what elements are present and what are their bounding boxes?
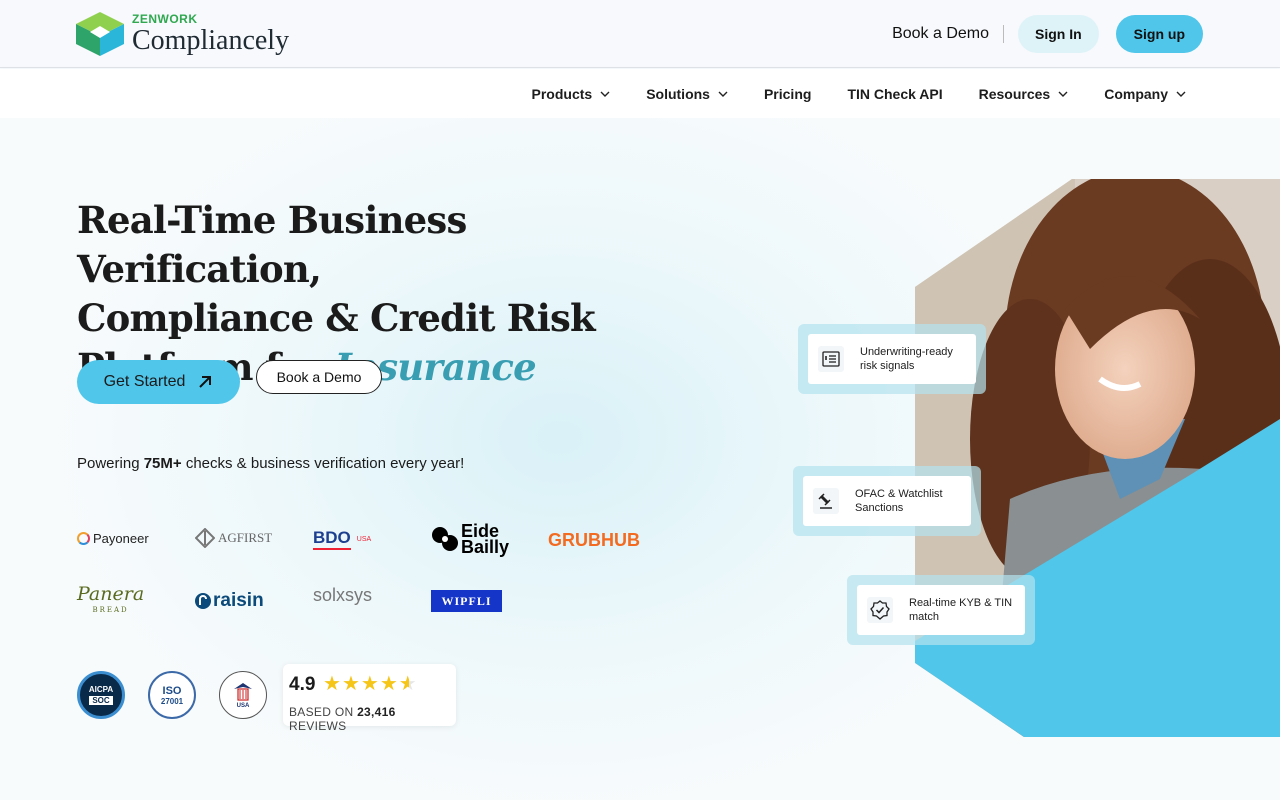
rating-based-on: BASED ON	[289, 705, 358, 719]
soc-text: SOC	[89, 696, 113, 705]
hero-photo	[915, 179, 1280, 737]
main-nav: Products Solutions Pricing TIN Check API…	[0, 69, 1280, 118]
ssa-text: USA	[236, 703, 250, 709]
logo-product-name: Compliancely	[132, 25, 290, 56]
chevron-down-icon	[1058, 91, 1068, 97]
gavel-icon	[813, 488, 839, 514]
bdo-text: BDO	[313, 528, 351, 550]
feature-ofac-label: OFAC & Watchlist Sanctions	[855, 488, 943, 514]
payoneer-ring-icon	[77, 532, 90, 545]
rating-score: 4.9	[289, 674, 316, 695]
rating-subtext: BASED ON 23,416 REVIEWS	[289, 705, 456, 733]
bailly-text: Bailly	[461, 537, 510, 557]
star-icon: ★	[379, 673, 398, 695]
feature-underwriting-label: Underwriting-ready risk signals	[860, 346, 953, 372]
grubhub-logo: GRUBHUB	[548, 530, 640, 550]
nav-resources-label: Resources	[978, 85, 1051, 102]
logo-mark-icon	[76, 12, 124, 56]
nav-solutions[interactable]: Solutions	[646, 86, 728, 102]
powering-text: Powering 75M+ checks & business verifica…	[77, 455, 464, 472]
eide-bailly-mark-icon	[432, 527, 458, 551]
nav-tin-check-label: TIN Check API	[847, 85, 943, 102]
nav-resources[interactable]: Resources	[979, 86, 1069, 102]
star-icon: ★	[341, 673, 360, 695]
solxsys-logo: solxsys	[313, 585, 373, 605]
agfirst-logo: AGFIRST	[195, 528, 272, 548]
nav-products-label: Products	[531, 85, 593, 102]
book-demo-button[interactable]: Book a Demo	[256, 360, 382, 394]
payoneer-logo: Payoneer	[77, 531, 149, 546]
book-demo-link[interactable]: Book a Demo	[892, 25, 989, 43]
star-icon: ★	[323, 673, 341, 695]
feature-card-ofac: OFAC & Watchlist Sanctions	[793, 466, 981, 536]
nav-pricing-label: Pricing	[763, 85, 812, 102]
aicpa-soc-badge: AICPA SOC	[77, 671, 125, 719]
iso-number: 27001	[160, 696, 184, 706]
headline-line-1: Real-Time Business Verification,	[77, 198, 467, 291]
chevron-down-icon	[718, 91, 728, 97]
aicpa-text: AICPA	[88, 685, 114, 694]
feature-card-kyb: Real-time KYB & TIN match	[847, 575, 1035, 645]
raisin-mark-icon	[195, 593, 211, 609]
half-star-icon: ★	[398, 673, 417, 695]
bdo-logo: BDO USA	[313, 528, 371, 550]
checklist-icon	[818, 346, 844, 372]
arrow-up-right-icon	[199, 376, 212, 388]
solxsys-text: solxsys	[313, 585, 373, 605]
headline-line-2: Compliance & Credit Risk	[77, 296, 596, 340]
nav-products[interactable]: Products	[532, 86, 611, 102]
nav-tin-check-api[interactable]: TIN Check API	[847, 86, 942, 102]
powering-count: 75M+	[143, 455, 182, 472]
feature-kyb-label: Real-time KYB & TIN match	[909, 597, 1013, 623]
ssa-seal-badge: USA	[219, 671, 267, 719]
feature-card-underwriting: Underwriting-ready risk signals	[798, 324, 986, 394]
panera-sub: BREAD	[92, 606, 129, 614]
verified-badge-icon	[867, 597, 893, 623]
panera-logo: Panera BREAD	[77, 583, 145, 618]
eide-bailly-logo: Eide Bailly	[431, 522, 510, 557]
powering-pre: Powering	[77, 455, 144, 472]
panera-text: Panera	[77, 583, 145, 605]
agfirst-text: AGFIRST	[218, 530, 273, 545]
rating-stars: ★ ★ ★ ★ ★	[323, 673, 417, 695]
rating-reviews: REVIEWS	[289, 719, 347, 733]
wipfli-logo: WIPFLI	[431, 590, 502, 612]
eagle-seal-icon	[234, 683, 252, 701]
divider	[1003, 25, 1004, 43]
agfirst-mark-icon	[195, 528, 215, 548]
iso-text: ISO	[162, 684, 182, 697]
sign-in-button[interactable]: Sign In	[1018, 15, 1099, 53]
nav-company-label: Company	[1104, 85, 1168, 102]
nav-solutions-label: Solutions	[646, 85, 710, 102]
raisin-text: raisin	[213, 590, 264, 611]
hero-visual: Underwriting-ready risk signals OFAC & W…	[790, 179, 1280, 737]
rating-count: 23,416	[357, 705, 396, 719]
chevron-down-icon	[600, 91, 610, 97]
logo-brand: ZENWORK	[132, 12, 198, 26]
chevron-down-icon	[1176, 91, 1186, 97]
star-icon: ★	[360, 673, 379, 695]
nav-pricing[interactable]: Pricing	[764, 86, 811, 102]
bdo-suffix: USA	[356, 535, 372, 543]
rating-card: 4.9 ★ ★ ★ ★ ★ BASED ON 23,416 REVIEWS	[283, 664, 456, 733]
powering-post: checks & business verification every yea…	[181, 455, 465, 472]
iso-27001-badge: ISO 27001	[148, 671, 196, 719]
get-started-button[interactable]: Get Started	[77, 360, 240, 404]
raisin-logo: raisin	[195, 590, 264, 612]
nav-company[interactable]: Company	[1104, 86, 1186, 102]
top-bar: ZENWORK Compliancely Book a Demo Sign In…	[0, 0, 1280, 68]
sign-up-button[interactable]: Sign up	[1115, 15, 1203, 53]
get-started-label: Get Started	[103, 373, 186, 390]
compliancely-logo[interactable]: ZENWORK Compliancely	[76, 11, 291, 57]
payoneer-text: Payoneer	[93, 531, 149, 546]
